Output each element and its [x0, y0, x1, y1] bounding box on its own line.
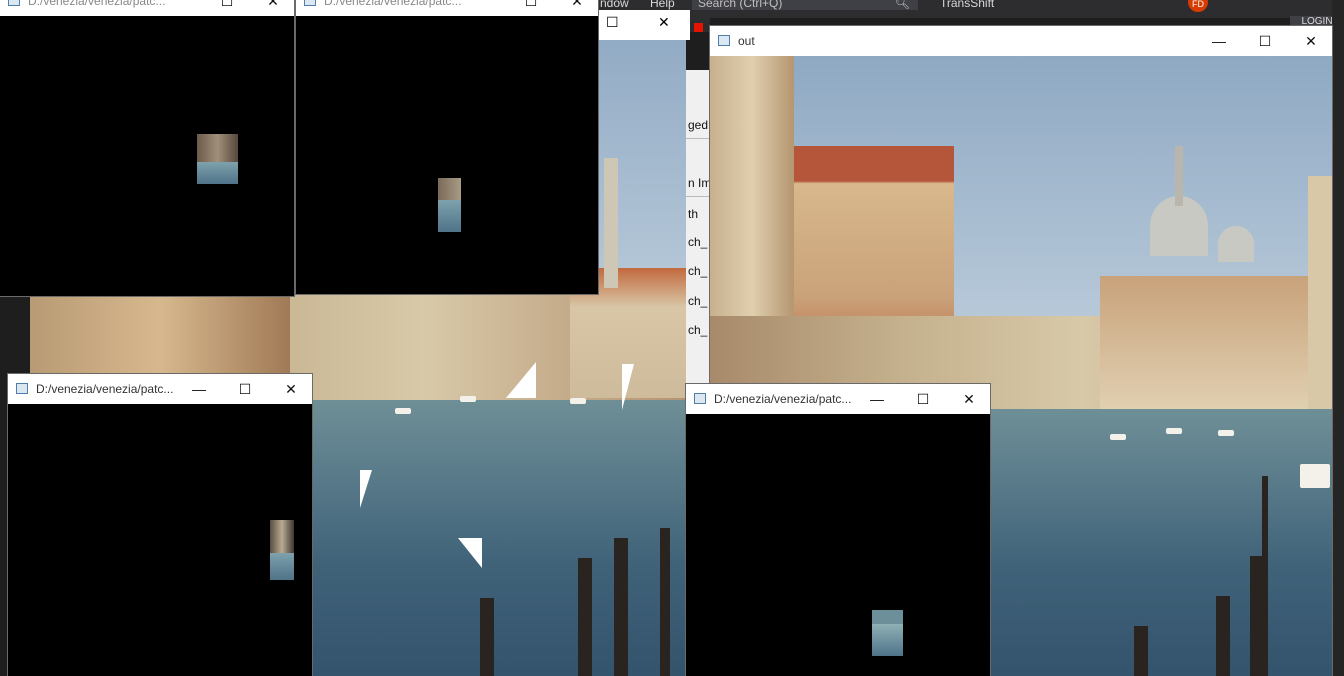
avatar[interactable]: FD	[1188, 0, 1208, 12]
photo-palazzo	[30, 296, 290, 386]
image-window-icon	[694, 393, 706, 404]
patch-water	[197, 161, 238, 184]
maximize-button[interactable]: ☐	[908, 388, 938, 410]
panel-cell: n Im	[688, 176, 712, 190]
maximize-button[interactable]: ☐	[212, 0, 242, 12]
window-titlebar[interactable]: out — ☐ ✕	[710, 26, 1332, 56]
photo-spire	[1175, 146, 1183, 206]
image-patch	[872, 610, 903, 656]
patch-canvas	[686, 414, 990, 676]
image-window-icon	[16, 383, 28, 394]
photo-boat	[1166, 428, 1182, 434]
photo-mooring-pole	[1134, 626, 1148, 676]
patch-canvas	[8, 404, 312, 676]
photo-boat	[570, 398, 586, 404]
patch-window[interactable]: D:/venezia/venezia/patc... ☐ ✕	[0, 0, 294, 296]
white-wedge-shape	[360, 470, 372, 508]
photo-boat	[1300, 464, 1330, 488]
photo-mooring-pole	[480, 598, 494, 676]
panel-cell: ch_	[688, 294, 708, 308]
patch-water	[270, 553, 294, 580]
maximize-button[interactable]: ☐	[516, 0, 546, 12]
photo-mooring-pole	[578, 558, 592, 676]
panel-cell: ch_	[688, 323, 708, 337]
patch-window[interactable]: D:/venezia/venezia/patc... — ☐ ✕	[8, 374, 312, 676]
panel-cell: ged	[688, 118, 709, 132]
close-button[interactable]: ✕	[1296, 30, 1326, 52]
image-window-icon	[718, 35, 730, 46]
patch-canvas	[296, 16, 598, 294]
maximize-button[interactable]: ☐	[1250, 30, 1280, 52]
minimize-button[interactable]: —	[862, 388, 892, 410]
menu-window[interactable]: ndow	[600, 0, 629, 10]
photo-mooring-pole	[1216, 596, 1230, 676]
photo-boat	[1110, 434, 1126, 440]
ide-solution-title: TransShift	[940, 0, 995, 10]
close-button[interactable]: ✕	[562, 0, 592, 12]
photo-mooring-pole	[660, 528, 670, 676]
ide-side-panel: ged n Im th ch_ ch_ ch_ ch_	[686, 70, 712, 384]
minimize-button[interactable]: —	[1204, 30, 1234, 52]
patch-window[interactable]: D:/venezia/venezia/patc... — ☐ ✕	[686, 384, 990, 676]
patch-buildings	[270, 520, 294, 553]
patch-water	[872, 623, 903, 656]
image-patch	[270, 520, 294, 580]
window-title: D:/venezia/venezia/patc...	[714, 392, 852, 406]
panel-cell: th	[688, 207, 699, 221]
minimize-button[interactable]: —	[184, 378, 214, 400]
close-icon[interactable]: ✕	[658, 14, 670, 31]
photo-church-facade	[1100, 276, 1310, 416]
image-window-icon	[8, 0, 20, 6]
panel-divider	[686, 138, 710, 139]
behind-window-titlebar: ☐ ✕	[598, 10, 690, 40]
ide-search-label: Search (Ctrl+Q)	[698, 0, 783, 10]
close-button[interactable]: ✕	[954, 388, 984, 410]
ide-right-edge	[1332, 0, 1344, 676]
photo-boat	[460, 396, 476, 402]
photo-boat	[1218, 430, 1234, 436]
patch-window[interactable]: D:/venezia/venezia/patc... ☐ ✕	[296, 0, 598, 294]
menu-help[interactable]: Help	[650, 0, 675, 10]
image-window-icon	[304, 0, 316, 6]
patch-water-top	[872, 610, 903, 624]
window-title: D:/venezia/venezia/patc...	[324, 0, 462, 8]
window-title: D:/venezia/venezia/patc...	[28, 0, 166, 8]
ide-search-box[interactable]: Search (Ctrl+Q) 🔍︎	[692, 0, 918, 10]
photo-palazzo	[1308, 176, 1332, 416]
patch-canvas	[0, 16, 294, 296]
panel-cell: ch_	[688, 264, 708, 278]
window-title: out	[738, 34, 755, 48]
window-titlebar[interactable]: D:/venezia/venezia/patc... ☐ ✕	[296, 0, 598, 16]
window-titlebar[interactable]: D:/venezia/venezia/patc... ☐ ✕	[0, 0, 294, 16]
window-titlebar[interactable]: D:/venezia/venezia/patc... — ☐ ✕	[8, 374, 312, 404]
maximize-icon[interactable]: ☐	[606, 14, 619, 31]
photo-lamp-post	[1262, 476, 1268, 676]
image-patch	[438, 178, 461, 232]
close-button[interactable]: ✕	[258, 0, 288, 12]
photo-dome	[1218, 226, 1254, 262]
panel-cell: ch_	[688, 235, 708, 249]
photo-bell-tower	[604, 158, 618, 288]
close-button[interactable]: ✕	[276, 378, 306, 400]
white-wedge-shape	[458, 538, 482, 568]
photo-mooring-pole	[614, 538, 628, 676]
panel-divider	[686, 196, 710, 197]
patch-buildings	[438, 178, 461, 200]
patch-water	[438, 199, 461, 232]
window-title: D:/venezia/venezia/patc...	[36, 382, 174, 396]
white-wedge-shape	[622, 364, 634, 410]
photo-boat	[395, 408, 411, 414]
white-wedge-shape	[506, 362, 536, 398]
stop-debug-icon[interactable]	[694, 23, 703, 32]
window-titlebar[interactable]: D:/venezia/venezia/patc... — ☐ ✕	[686, 384, 990, 414]
maximize-button[interactable]: ☐	[230, 378, 260, 400]
patch-buildings	[197, 134, 238, 162]
image-patch	[197, 134, 238, 184]
search-icon: 🔍︎	[894, 0, 910, 10]
